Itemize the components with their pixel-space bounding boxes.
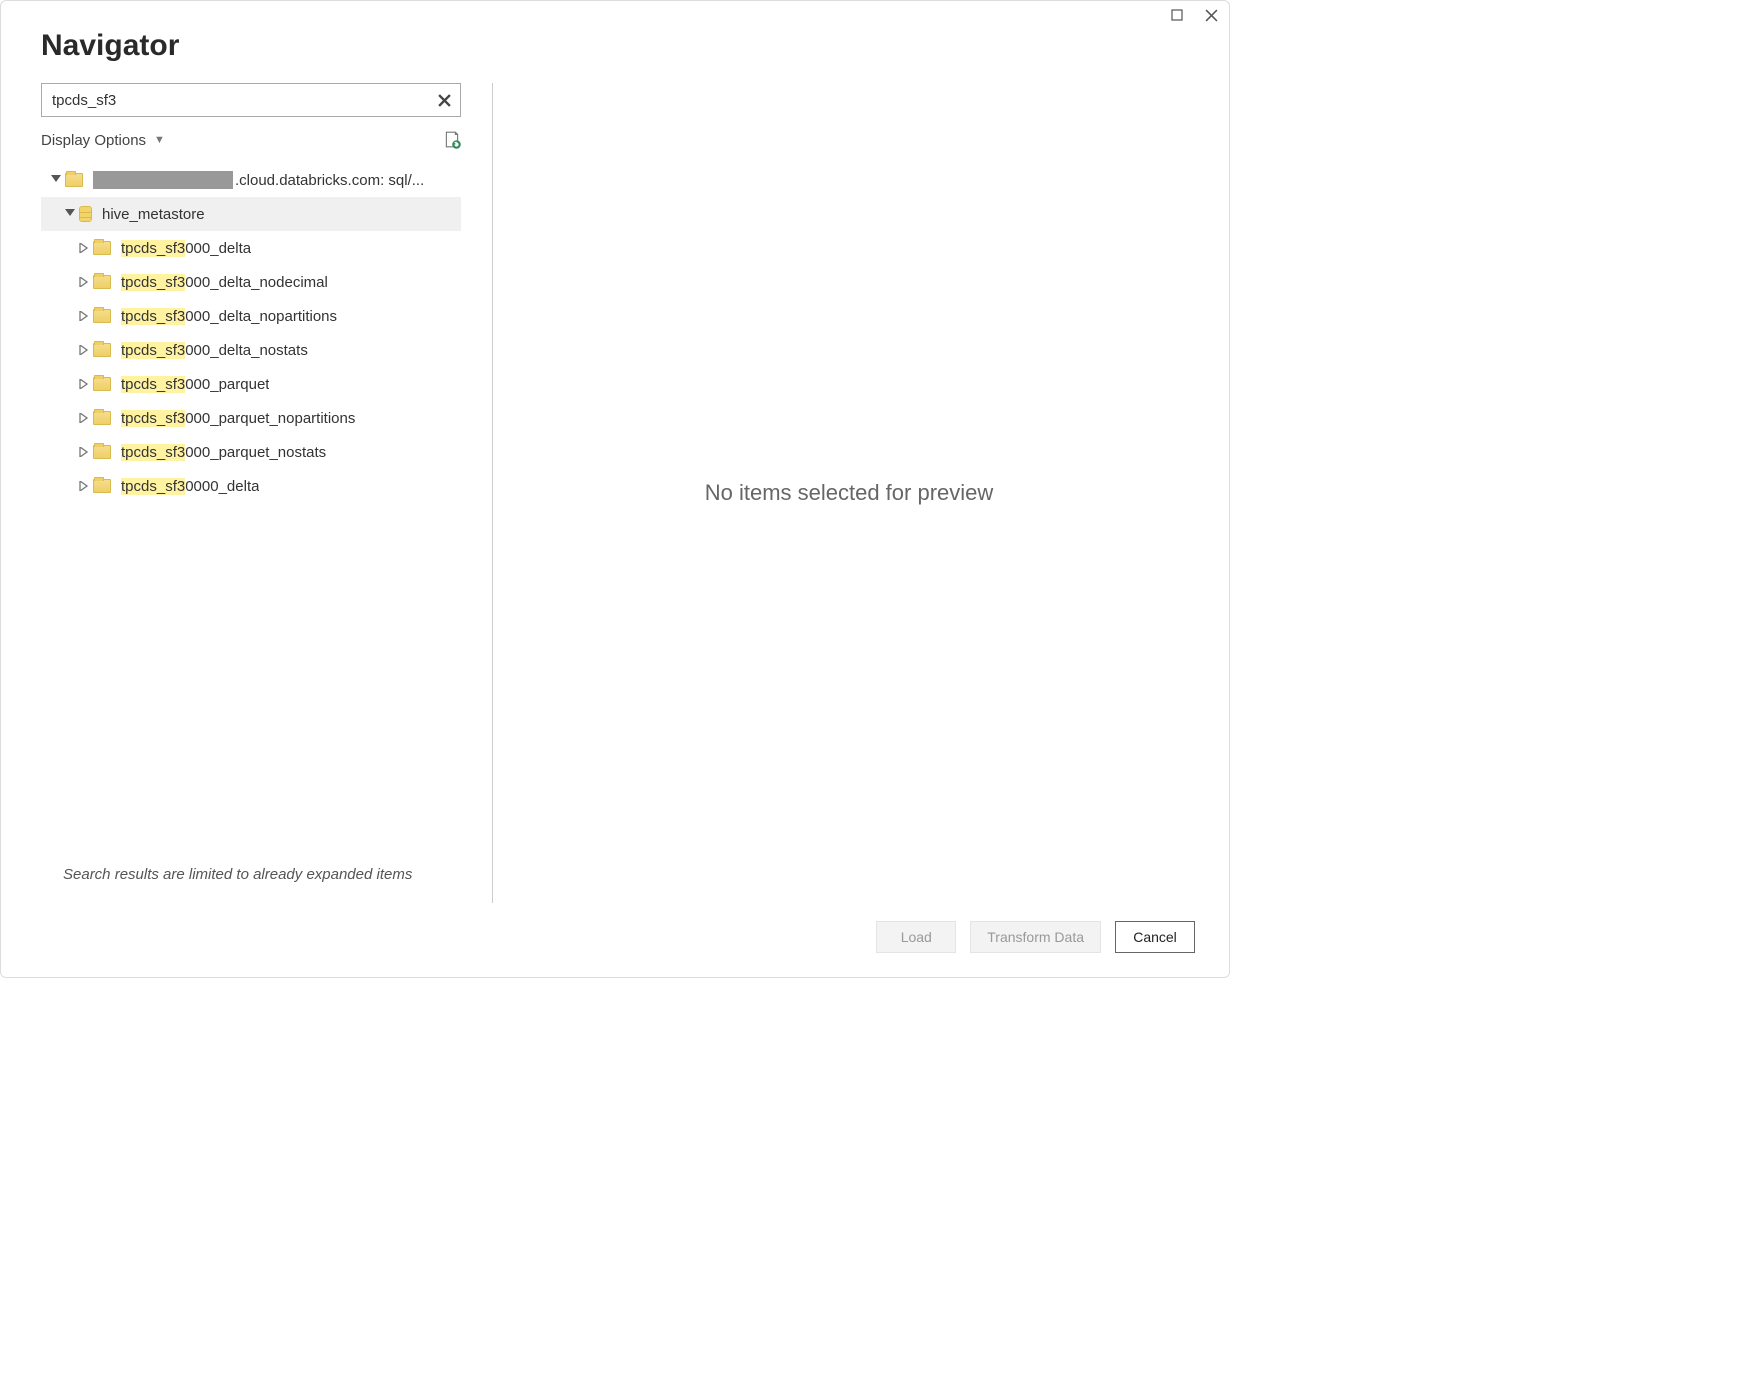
expand-icon[interactable]: [77, 343, 91, 357]
search-highlight: tpcds_sf3: [121, 274, 185, 291]
tree-schema-item[interactable]: tpcds_sf3000_delta_nostats: [41, 333, 461, 367]
search-highlight: tpcds_sf3: [121, 444, 185, 461]
refresh-button[interactable]: [443, 131, 461, 149]
options-row: Display Options ▼: [41, 131, 461, 149]
tree-schema-item[interactable]: tpcds_sf3000_parquet_nostats: [41, 435, 461, 469]
folder-icon: [93, 275, 111, 289]
expand-icon[interactable]: [77, 479, 91, 493]
folder-icon: [93, 411, 111, 425]
tree-schema-item[interactable]: tpcds_sf3000_parquet: [41, 367, 461, 401]
search-highlight: tpcds_sf3: [121, 478, 185, 495]
dialog-header: Navigator: [1, 1, 1229, 75]
tree-schema-label-rest: 000_delta_nopartitions: [185, 308, 337, 325]
collapse-icon[interactable]: [49, 173, 63, 187]
expand-icon[interactable]: [77, 411, 91, 425]
expand-icon[interactable]: [77, 275, 91, 289]
folder-icon: [93, 445, 111, 459]
tree-database-hive-metastore[interactable]: hive_metastore: [41, 197, 461, 231]
folder-icon: [93, 241, 111, 255]
transform-data-button[interactable]: Transform Data: [970, 921, 1101, 953]
tree-schema-label-rest: 0000_delta: [185, 478, 259, 495]
tree-schema-label-rest: 000_parquet_nostats: [185, 444, 326, 461]
folder-icon: [93, 343, 111, 357]
load-button[interactable]: Load: [876, 921, 956, 953]
tree-schema-label: tpcds_sf3000_delta_nodecimal: [121, 274, 328, 291]
tree-schema-item[interactable]: tpcds_sf3000_delta_nopartitions: [41, 299, 461, 333]
tree-schema-item[interactable]: tpcds_sf3000_parquet_nopartitions: [41, 401, 461, 435]
tree-schema-label: tpcds_sf3000_delta_nopartitions: [121, 308, 337, 325]
tree-schema-item[interactable]: tpcds_sf3000_delta_nodecimal: [41, 265, 461, 299]
tree-schema-label-rest: 000_delta_nostats: [185, 342, 308, 359]
dialog-body: Display Options ▼: [1, 75, 1229, 903]
search-highlight: tpcds_sf3: [121, 410, 185, 427]
tree-schema-label: tpcds_sf3000_delta_nostats: [121, 342, 308, 359]
search-input[interactable]: [41, 83, 461, 117]
close-button[interactable]: [1203, 7, 1219, 23]
preview-empty-message: No items selected for preview: [705, 480, 994, 506]
folder-icon: [93, 479, 111, 493]
tree-schema-item[interactable]: tpcds_sf30000_delta: [41, 469, 461, 503]
cancel-button-label: Cancel: [1133, 929, 1177, 945]
folder-icon: [93, 377, 111, 391]
navigator-tree[interactable]: .cloud.databricks.com: sql/... hive_meta…: [41, 157, 461, 856]
tree-schema-label-rest: 000_parquet: [185, 376, 269, 393]
search-scope-hint: Search results are limited to already ex…: [41, 856, 461, 903]
cancel-button[interactable]: Cancel: [1115, 921, 1195, 953]
display-options-dropdown[interactable]: Display Options ▼: [41, 132, 165, 149]
maximize-button[interactable]: [1169, 7, 1185, 23]
folder-icon: [93, 309, 111, 323]
load-button-label: Load: [901, 929, 932, 945]
search-highlight: tpcds_sf3: [121, 342, 185, 359]
search-highlight: tpcds_sf3: [121, 240, 185, 257]
tree-root-label: .cloud.databricks.com: sql/...: [235, 172, 424, 189]
tree-schema-label-rest: 000_delta: [185, 240, 251, 257]
folder-icon: [65, 173, 83, 187]
expand-icon[interactable]: [77, 309, 91, 323]
navigator-dialog: Navigator Display Options ▼: [0, 0, 1230, 978]
expand-icon[interactable]: [77, 377, 91, 391]
tree-schema-label: tpcds_sf3000_parquet_nopartitions: [121, 410, 355, 427]
tree-db-label: hive_metastore: [102, 206, 205, 223]
tree-schema-label-rest: 000_delta_nodecimal: [185, 274, 328, 291]
tree-schema-label-rest: 000_parquet_nopartitions: [185, 410, 355, 427]
database-icon: [79, 206, 92, 222]
search-wrap: [41, 83, 461, 117]
tree-schema-label: tpcds_sf30000_delta: [121, 478, 259, 495]
expand-icon[interactable]: [77, 241, 91, 255]
collapse-icon[interactable]: [63, 207, 77, 221]
chevron-down-icon: ▼: [154, 134, 165, 146]
tree-schema-label: tpcds_sf3000_parquet_nostats: [121, 444, 326, 461]
search-highlight: tpcds_sf3: [121, 376, 185, 393]
tree-root-connection[interactable]: .cloud.databricks.com: sql/...: [41, 163, 461, 197]
dialog-footer: Load Transform Data Cancel: [1, 903, 1229, 977]
transform-button-label: Transform Data: [987, 929, 1084, 945]
search-highlight: tpcds_sf3: [121, 308, 185, 325]
tree-schema-label: tpcds_sf3000_delta: [121, 240, 251, 257]
preview-pane: No items selected for preview: [493, 83, 1205, 903]
window-controls: [1169, 7, 1219, 23]
tree-schema-item[interactable]: tpcds_sf3000_delta: [41, 231, 461, 265]
clear-search-button[interactable]: [433, 89, 455, 111]
tree-schema-label: tpcds_sf3000_parquet: [121, 376, 269, 393]
redacted-host: [93, 171, 233, 189]
expand-icon[interactable]: [77, 445, 91, 459]
dialog-title: Navigator: [41, 29, 1189, 63]
display-options-label: Display Options: [41, 132, 146, 149]
navigator-left-pane: Display Options ▼: [41, 83, 493, 903]
